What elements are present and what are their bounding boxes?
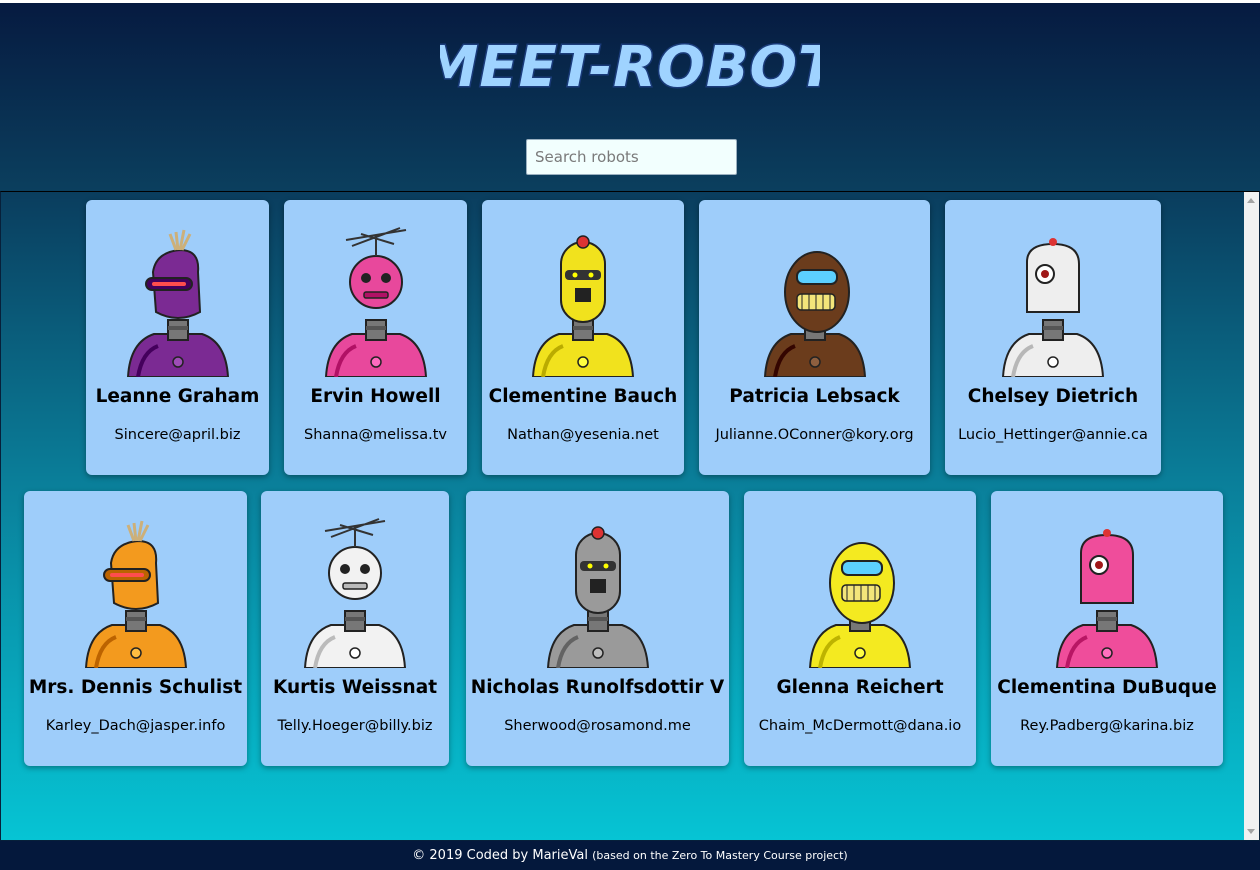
robot-card[interactable]: Nicholas Runolfsdottir V Sherwood@rosamon… — [466, 491, 729, 766]
robot-name: Ervin Howell — [310, 386, 441, 407]
robot-name: Mrs. Dennis Schulist — [28, 677, 243, 698]
top-strip — [0, 0, 1260, 3]
yellow-robot-icon — [808, 542, 912, 668]
white-robot-icon — [303, 518, 407, 668]
robot-avatar — [744, 503, 976, 668]
robot-card[interactable]: Patricia Lebsack Julianne.OConner@kory.or… — [699, 200, 930, 475]
robot-email: Sincere@april.biz — [114, 427, 241, 443]
pink-robot-icon — [324, 227, 427, 377]
brown-robot-icon — [763, 251, 866, 377]
robot-avatar — [991, 503, 1223, 668]
white-robot-icon — [1001, 238, 1105, 377]
robot-name: Patricia Lebsack — [729, 386, 900, 407]
robot-name: Clementine Bauch — [488, 386, 678, 407]
orange-robot-icon — [84, 520, 187, 668]
app-logo: MEET-ROBOT — [0, 24, 1260, 104]
robot-email: Sherwood@rosamond.me — [504, 718, 691, 734]
robot-name: Glenna Reichert — [776, 677, 944, 698]
page-header: MEET-ROBOT — [0, 0, 1260, 191]
robot-card[interactable]: Mrs. Dennis Schulist Karley_Dach@jasper.i… — [24, 491, 247, 766]
robot-email: Shanna@melissa.tv — [303, 427, 448, 443]
scroll-down-arrow-icon[interactable] — [1247, 829, 1255, 834]
robot-avatar — [24, 503, 247, 668]
robot-email: Julianne.OConner@kory.org — [715, 427, 914, 443]
robot-card[interactable]: Leanne Graham Sincere@april.biz — [86, 200, 269, 475]
robot-email: Lucio_Hettinger@annie.ca — [958, 427, 1148, 443]
robot-email: Telly.Hoeger@billy.biz — [277, 718, 433, 734]
robot-name: Clementina DuBuque — [997, 677, 1217, 698]
robot-card[interactable]: Chelsey Dietrich Lucio_Hettinger@annie.ca — [945, 200, 1161, 475]
robot-avatar — [945, 212, 1161, 377]
gray-robot-icon — [546, 526, 649, 668]
robot-avatar — [482, 212, 684, 377]
robot-name: Leanne Graham — [95, 386, 260, 407]
robot-email: Karley_Dach@jasper.info — [45, 718, 226, 734]
purple-robot-icon — [126, 229, 229, 377]
pink-robot-icon — [1055, 529, 1159, 668]
app-logo-wordmark: MEET-ROBOT — [440, 34, 820, 102]
yellow-robot-icon — [531, 235, 635, 377]
robot-name: Chelsey Dietrich — [967, 386, 1139, 407]
robot-name: Nicholas Runolfsdottir V — [470, 677, 725, 698]
scroll-up-arrow-icon[interactable] — [1247, 198, 1255, 203]
robot-avatar — [466, 503, 729, 668]
page-footer: © 2019 Coded by MarieVal (based on the Z… — [0, 841, 1260, 870]
robot-email: Nathan@yesenia.net — [507, 427, 659, 443]
robot-card[interactable]: Clementine Bauch Nathan@yesenia.net — [482, 200, 684, 475]
robot-card[interactable]: Kurtis Weissnat Telly.Hoeger@billy.biz — [261, 491, 449, 766]
scrollbar[interactable] — [1244, 192, 1259, 840]
robot-avatar — [284, 212, 467, 377]
footer-note: (based on the Zero To Mastery Course pro… — [592, 849, 848, 862]
footer-text: © 2019 Coded by MarieVal — [412, 848, 588, 863]
app-title: MEET-ROBOT — [440, 35, 820, 100]
robot-card[interactable]: Glenna Reichert Chaim_McDermott@dana.io — [744, 491, 976, 766]
robot-card[interactable]: Clementina DuBuque Rey.Padberg@karina.biz — [991, 491, 1223, 766]
search-input[interactable] — [526, 139, 737, 175]
robot-avatar — [699, 212, 930, 377]
robot-email: Rey.Padberg@karina.biz — [1020, 718, 1194, 734]
robot-card[interactable]: Ervin Howell Shanna@melissa.tv — [284, 200, 467, 475]
robot-avatar — [261, 503, 449, 668]
robot-avatar — [86, 212, 269, 377]
robot-name: Kurtis Weissnat — [272, 677, 438, 698]
robot-list[interactable]: Leanne Graham Sincere@april.biz Ervin How… — [0, 191, 1260, 841]
robot-email: Chaim_McDermott@dana.io — [758, 718, 962, 734]
